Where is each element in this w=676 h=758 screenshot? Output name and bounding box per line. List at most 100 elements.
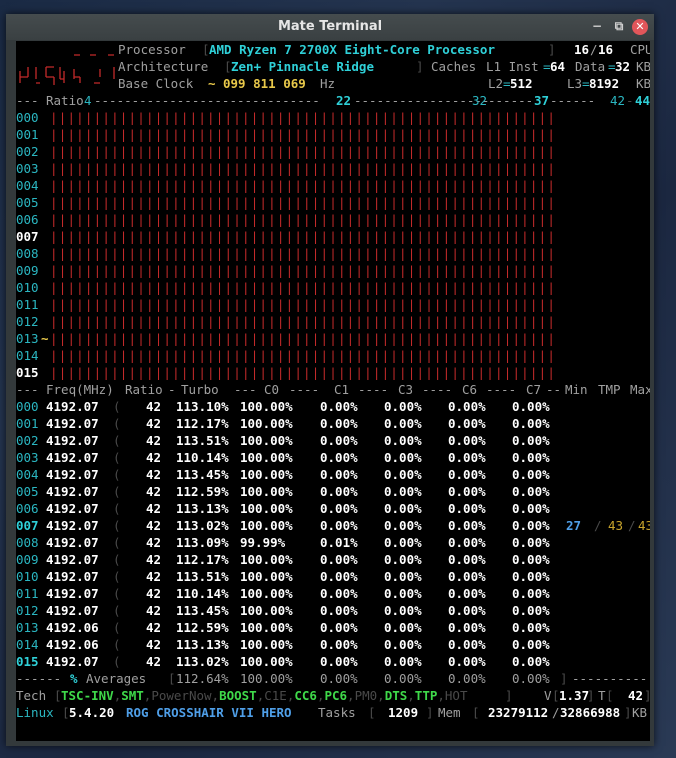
core-id: 005 — [16, 195, 39, 210]
turbo-value: 113.02% — [176, 654, 229, 669]
turbo-value: 110.14% — [176, 450, 229, 465]
col-freq: Freq(MHz) — [46, 382, 114, 397]
freq-value: 4192.07 — [46, 450, 99, 465]
freq-table-header: --- Freq(MHz) Ratio - Turbo --- C0 ---- … — [16, 381, 650, 398]
c0-value: 100.00% — [240, 450, 293, 465]
c3-value: 0.00% — [384, 450, 422, 465]
ratio-value: 42 — [146, 433, 162, 448]
col-min: Min — [565, 382, 588, 397]
ratio-value: 42 — [146, 535, 162, 550]
turbo-value: 113.02% — [176, 518, 229, 533]
bar-row-008: 008 |||||||||||||||||||||||||||||||||||||… — [16, 245, 650, 262]
ratio-bar: ||||||||||||||||||||||||||||||||||||||||… — [50, 144, 557, 159]
avg-c6: 0.00% — [448, 671, 486, 686]
c7-value: 0.00% — [512, 467, 550, 482]
avg-c3: 0.00% — [384, 671, 422, 686]
freq-value: 4192.07 — [46, 518, 99, 533]
kb-label: KB — [636, 59, 650, 74]
tech-features: TSC-INV,SMT,PowerNow,BOOST,C1E,CC6,PC6,P… — [61, 688, 468, 703]
minimize-icon[interactable]: − — [588, 17, 606, 35]
terminal-screen[interactable]: Processor [ AMD Ryzen 7 2700X Eight-Core… — [16, 41, 650, 741]
turbo-value: 113.09% — [176, 535, 229, 550]
ratio-bar: ||||||||||||||||||||||||||||||||||||||||… — [50, 110, 557, 125]
c7-value: 0.00% — [512, 484, 550, 499]
freq-core: 006 — [16, 501, 39, 516]
c6-value: 0.00% — [448, 603, 486, 618]
c6-value: 0.00% — [448, 450, 486, 465]
bar-row-012: 012 |||||||||||||||||||||||||||||||||||||… — [16, 313, 650, 330]
avg-turbo: 112.64% — [176, 671, 229, 686]
c3-value: 0.00% — [384, 433, 422, 448]
ratio-bar: ||||||||||||||||||||||||||||||||||||||||… — [50, 280, 557, 295]
c1-value: 0.01% — [320, 535, 358, 550]
ratio-bar: ||||||||||||||||||||||||||||||||||||||||… — [50, 127, 557, 142]
c7-value: 0.00% — [512, 586, 550, 601]
ratio-value: 42 — [146, 501, 162, 516]
c3-value: 0.00% — [384, 467, 422, 482]
l3-label: L3 — [567, 76, 583, 91]
ratio-mark-min: 4 — [84, 93, 92, 108]
ratio-bar: ||||||||||||||||||||||||||||||||||||||||… — [50, 195, 557, 210]
voltage-value: 1.37 — [559, 688, 590, 703]
c6-value: 0.00% — [448, 467, 486, 482]
c0-value: 100.00% — [240, 603, 293, 618]
c6-value: 0.00% — [448, 501, 486, 516]
c1-value: 0.00% — [320, 433, 358, 448]
freq-core: 012 — [16, 603, 39, 618]
threads-online: 16 — [574, 42, 590, 57]
bar-row-013: 013 ~ ||||||||||||||||||||||||||||||||||||… — [16, 330, 650, 347]
freq-row: 006 4192.07 42 113.13% 100.00% 0.00% 0.00% 0.00… — [16, 501, 550, 516]
core-id: 009 — [16, 263, 39, 278]
ratio-mark-max: 44 — [635, 93, 650, 108]
averages-row: ------ % Averages [ 112.64% 100.00% 0.00… — [16, 671, 648, 686]
core-id: 013 — [16, 331, 39, 346]
c3-value: 0.00% — [384, 603, 422, 618]
core-id: 008 — [16, 246, 39, 261]
freq-value: 4192.07 — [46, 399, 99, 414]
freq-core: 007 — [16, 518, 39, 533]
tech-feature: PM0 — [354, 688, 378, 703]
tasks-count: 1209 — [388, 705, 419, 720]
restore-icon[interactable]: ⧉ — [610, 17, 628, 35]
c1-value: 0.00% — [320, 603, 358, 618]
c1-value: 0.00% — [320, 399, 358, 414]
core-id: 006 — [16, 212, 39, 227]
bar-row-010: 010 |||||||||||||||||||||||||||||||||||||… — [16, 279, 650, 296]
freq-row: 012 4192.07 42 113.45% 100.00% 0.00% 0.00% 0.00… — [16, 603, 550, 618]
c0-value: 100.00% — [240, 654, 293, 669]
bar-row-006: 006 |||||||||||||||||||||||||||||||||||||… — [16, 211, 650, 228]
c0-value: 100.00% — [240, 586, 293, 601]
c3-value: 0.00% — [384, 654, 422, 669]
terminal-window: Mate Terminal − ⧉ ✕ Processor [ AMD Ryze… — [6, 14, 654, 746]
core-id: 007 — [16, 229, 39, 244]
freq-row: 002 4192.07 42 113.51% 100.00% 0.00% 0.00% 0.00… — [16, 433, 550, 448]
turbo-value: 112.17% — [176, 416, 229, 431]
c7-value: 0.00% — [512, 654, 550, 669]
turbo-value: 113.13% — [176, 501, 229, 516]
freq-value: 4192.07 — [46, 569, 99, 584]
c3-value: 0.00% — [384, 484, 422, 499]
turbo-value: 112.59% — [176, 620, 229, 635]
ratio-bar: ||||||||||||||||||||||||||||||||||||||||… — [50, 212, 557, 227]
averages-pct: % — [70, 671, 78, 686]
base-clock-value: 099 811 069 — [223, 76, 306, 91]
ratio-bar: ||||||||||||||||||||||||||||||||||||||||… — [50, 314, 557, 329]
turbo-value: 113.51% — [176, 433, 229, 448]
c0-value: 100.00% — [240, 637, 293, 652]
freq-value: 4192.07 — [46, 654, 99, 669]
l2-value: 512 — [510, 76, 533, 91]
ratio-value: 42 — [146, 467, 162, 482]
tech-feature: BOOST — [219, 688, 257, 703]
c6-value: 0.00% — [448, 552, 486, 567]
close-icon[interactable]: ✕ — [632, 19, 648, 35]
title-bar[interactable]: Mate Terminal − ⧉ ✕ — [6, 14, 654, 40]
freq-value: 4192.07 — [46, 552, 99, 567]
ratio-bar: ||||||||||||||||||||||||||||||||||||||||… — [50, 263, 557, 278]
window-title: Mate Terminal — [277, 19, 383, 34]
freq-row: 010 4192.07 42 113.51% 100.00% 0.00% 0.00% 0.00… — [16, 569, 550, 584]
temp-label: T — [598, 688, 606, 703]
freq-row: 015 4192.07 42 113.02% 100.00% 0.00% 0.00% 0.00… — [16, 654, 550, 669]
bar-row-002: 002 |||||||||||||||||||||||||||||||||||||… — [16, 143, 650, 160]
tech-feature: TTP — [414, 688, 438, 703]
freq-row: 011 4192.07 42 110.14% 100.00% 0.00% 0.00% 0.00… — [16, 586, 550, 601]
